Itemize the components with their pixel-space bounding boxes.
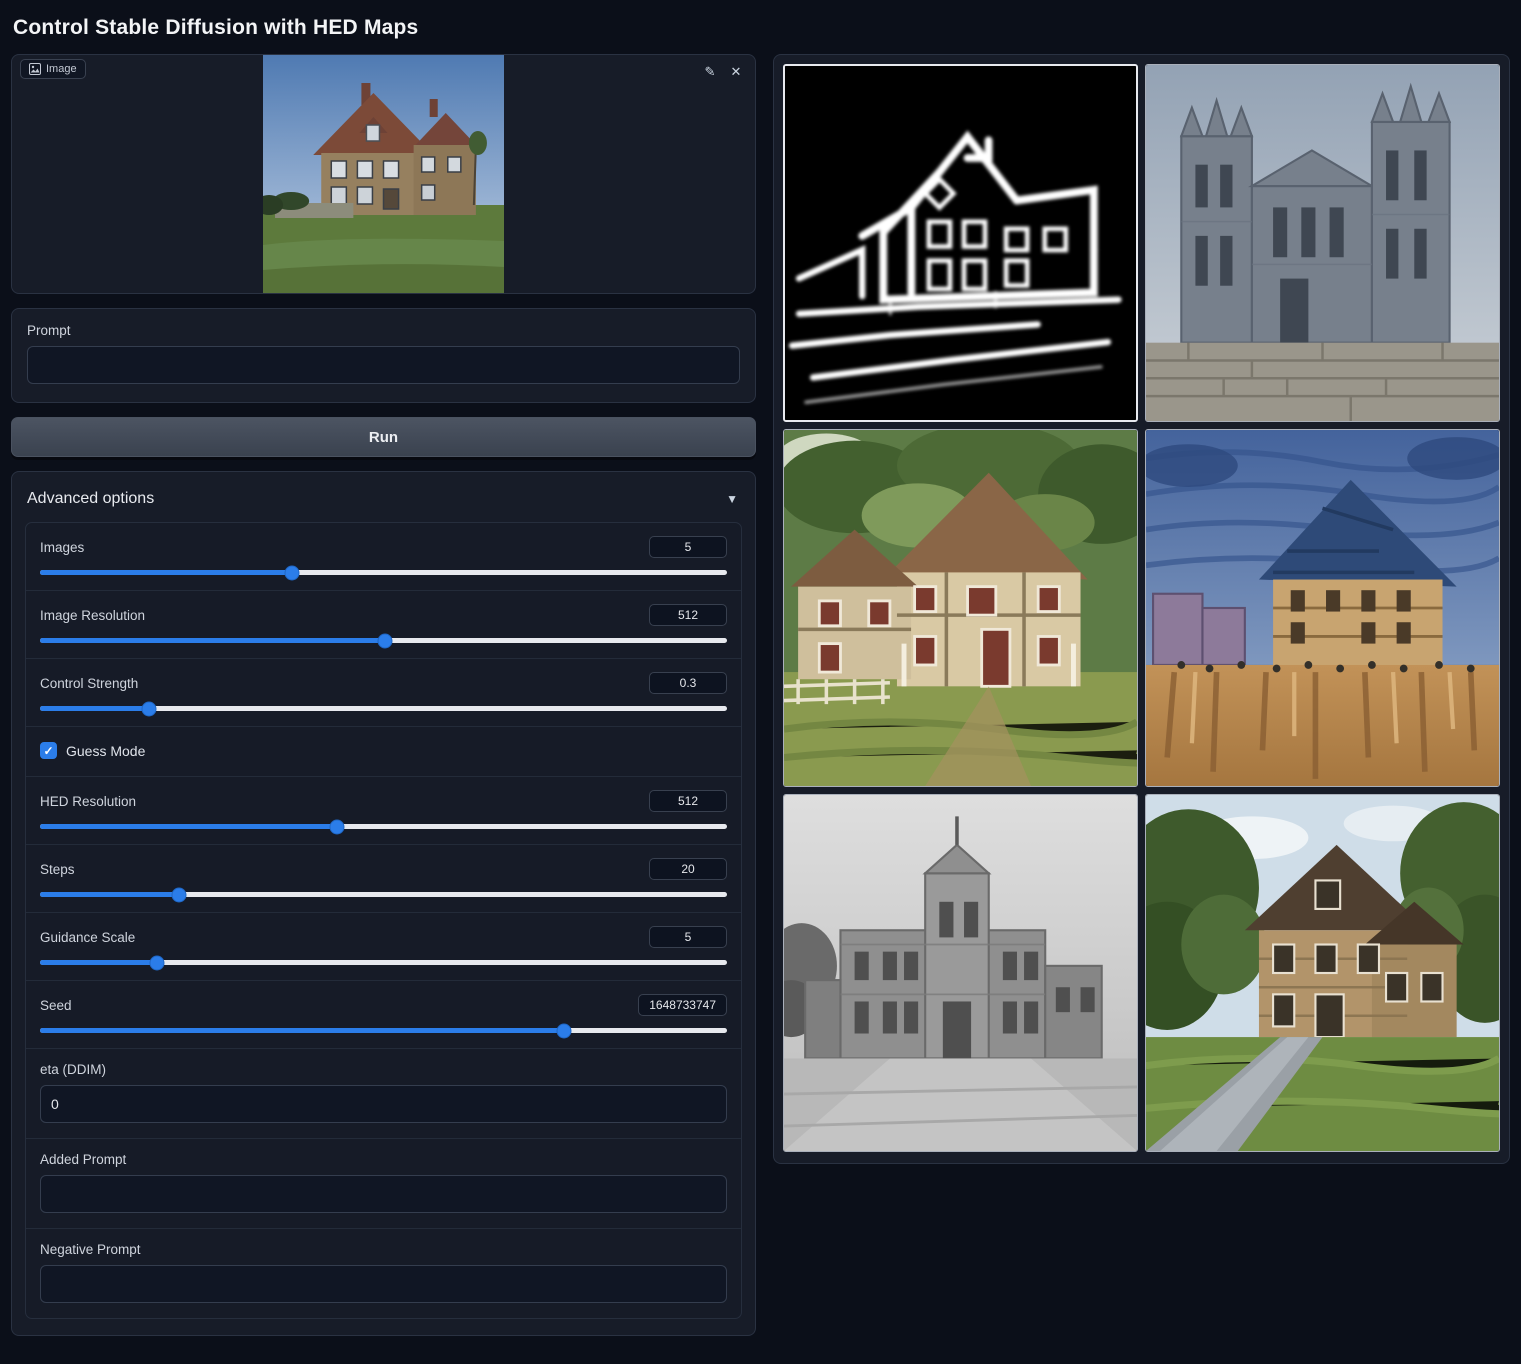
gallery-item-cathedral[interactable] — [1145, 64, 1500, 422]
gallery-item-grayscale-building[interactable] — [783, 794, 1138, 1152]
prompt-block: Prompt — [11, 308, 756, 403]
guess-mode-checkbox[interactable]: ✓ Guess Mode — [40, 740, 727, 761]
negative-prompt-label: Negative Prompt — [40, 1242, 727, 1257]
slider-images-value[interactable]: 5 — [649, 536, 727, 558]
guess-mode-row: ✓ Guess Mode — [26, 726, 741, 776]
hed-edge-map-image — [785, 66, 1136, 420]
slider-hed-resolution-label: HED Resolution — [40, 794, 136, 809]
slider-hed-resolution-track[interactable] — [40, 824, 727, 829]
slider-seed-value[interactable]: 1648733747 — [638, 994, 727, 1016]
eta-row: eta (DDIM) — [26, 1048, 741, 1138]
slider-images-label: Images — [40, 540, 84, 555]
slider-fill — [40, 638, 385, 643]
slider-images: Images 5 — [26, 523, 741, 590]
slider-control-strength-value[interactable]: 0.3 — [649, 672, 727, 694]
slider-control-strength-label: Control Strength — [40, 676, 138, 691]
advanced-options-header[interactable]: Advanced options ▼ — [25, 486, 742, 522]
slider-hed-resolution-value[interactable]: 512 — [649, 790, 727, 812]
slider-image-resolution-label: Image Resolution — [40, 608, 145, 623]
slider-control-strength-handle[interactable] — [141, 701, 156, 716]
slider-guidance-scale-handle[interactable] — [150, 955, 165, 970]
slider-seed-track[interactable] — [40, 1028, 727, 1033]
gallery-item-cottage[interactable] — [783, 429, 1138, 787]
grayscale-building-image — [784, 795, 1137, 1151]
gallery-item-hed-map[interactable] — [783, 64, 1138, 422]
advanced-options-title: Advanced options — [27, 490, 154, 508]
image-chip-label: Image — [46, 63, 77, 75]
slider-image-resolution-track[interactable] — [40, 638, 727, 643]
prompt-label: Prompt — [27, 323, 740, 338]
slider-fill — [40, 892, 179, 897]
slider-steps-track[interactable] — [40, 892, 727, 897]
slider-images-track[interactable] — [40, 570, 727, 575]
cathedral-image — [1146, 65, 1499, 421]
added-prompt-input[interactable] — [40, 1175, 727, 1213]
slider-seed: Seed 1648733747 — [26, 980, 741, 1048]
output-gallery — [773, 54, 1510, 1164]
image-type-chip: Image — [20, 59, 86, 79]
slider-fill — [40, 570, 292, 575]
output-column — [773, 54, 1510, 1164]
slider-guidance-scale-label: Guidance Scale — [40, 930, 135, 945]
gallery-item-blue-painting[interactable] — [1145, 429, 1500, 787]
prompt-input[interactable] — [27, 346, 740, 384]
slider-guidance-scale-track[interactable] — [40, 960, 727, 965]
house-trees-image — [1146, 795, 1499, 1151]
slider-fill — [40, 1028, 564, 1033]
clear-image-button[interactable]: ✕ — [725, 61, 747, 83]
slider-hed-resolution: HED Resolution 512 — [26, 776, 741, 844]
eta-input[interactable] — [40, 1085, 727, 1123]
advanced-options: Advanced options ▼ Images 5 — [11, 471, 756, 1336]
advanced-form: Images 5 Image Resolution 512 — [25, 522, 742, 1319]
slider-image-resolution-handle[interactable] — [377, 633, 392, 648]
slider-fill — [40, 706, 149, 711]
slider-fill — [40, 960, 157, 965]
eta-label: eta (DDIM) — [40, 1062, 727, 1077]
slider-images-handle[interactable] — [285, 565, 300, 580]
slider-steps: Steps 20 — [26, 844, 741, 912]
app-root: Control Stable Diffusion with HED Maps — [0, 0, 1521, 1346]
slider-image-resolution: Image Resolution 512 — [26, 590, 741, 658]
cottage-image — [784, 430, 1137, 786]
input-house-photo — [263, 55, 504, 294]
image-upload[interactable]: Image ✎ ✕ — [11, 54, 756, 294]
slider-guidance-scale-value[interactable]: 5 — [649, 926, 727, 948]
guess-mode-label: Guess Mode — [66, 743, 145, 759]
page-title: Control Stable Diffusion with HED Maps — [11, 10, 1510, 54]
checkbox-checked-icon: ✓ — [40, 742, 57, 759]
negative-prompt-row: Negative Prompt — [26, 1228, 741, 1318]
slider-image-resolution-value[interactable]: 512 — [649, 604, 727, 626]
slider-steps-label: Steps — [40, 862, 75, 877]
chevron-down-icon: ▼ — [726, 492, 738, 506]
blue-painting-image — [1146, 430, 1499, 786]
negative-prompt-input[interactable] — [40, 1265, 727, 1303]
added-prompt-label: Added Prompt — [40, 1152, 727, 1167]
slider-seed-handle[interactable] — [557, 1023, 572, 1038]
slider-control-strength-track[interactable] — [40, 706, 727, 711]
run-button[interactable]: Run — [11, 417, 756, 457]
added-prompt-row: Added Prompt — [26, 1138, 741, 1228]
slider-seed-label: Seed — [40, 998, 72, 1013]
slider-control-strength: Control Strength 0.3 — [26, 658, 741, 726]
slider-steps-handle[interactable] — [171, 887, 186, 902]
slider-hed-resolution-handle[interactable] — [329, 819, 344, 834]
controls-column: Image ✎ ✕ Prompt Run Advanced options ▼ — [11, 54, 756, 1336]
slider-guidance-scale: Guidance Scale 5 — [26, 912, 741, 980]
image-icon — [29, 63, 41, 75]
edit-image-button[interactable]: ✎ — [699, 61, 721, 83]
slider-steps-value[interactable]: 20 — [649, 858, 727, 880]
slider-fill — [40, 824, 337, 829]
gallery-item-house-trees[interactable] — [1145, 794, 1500, 1152]
